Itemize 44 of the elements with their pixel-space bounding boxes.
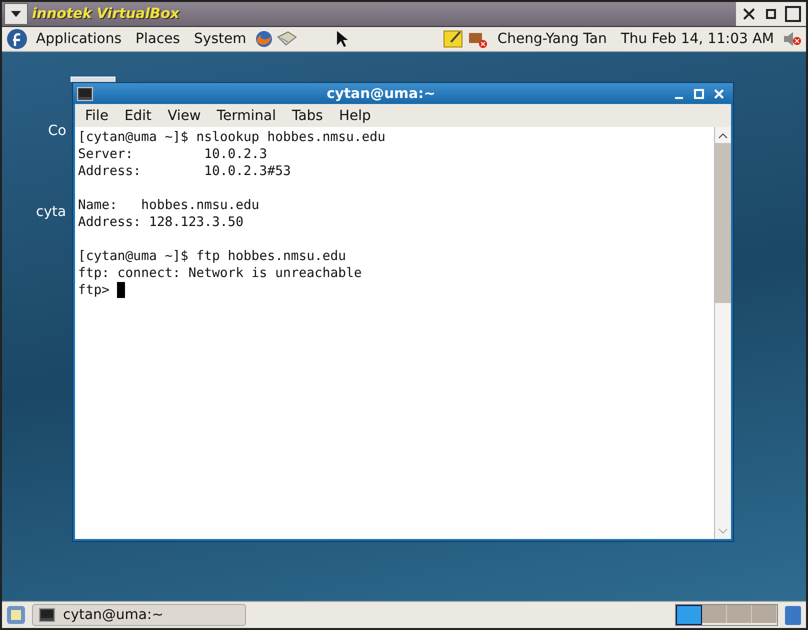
user-name[interactable]: Cheng-Yang Tan [491, 31, 613, 47]
window-title: innotek VirtualBox [32, 6, 180, 22]
maximize-button[interactable] [784, 5, 802, 23]
host-menu-button[interactable] [4, 3, 28, 25]
terminal-line: Address: 128.123.3.50 [78, 214, 244, 231]
menu-item[interactable]: Tabs [286, 106, 329, 126]
maximize-icon [694, 88, 704, 99]
panel-menu[interactable]: Applications [30, 29, 128, 49]
menu-item[interactable]: File [79, 106, 114, 126]
terminal-line: Name: hobbes.nmsu.edu [78, 197, 260, 214]
workspace-switcher-item[interactable] [676, 605, 702, 625]
terminal-line: ftp> [78, 282, 111, 299]
trash-icon[interactable] [784, 604, 802, 626]
maximize-icon [785, 6, 801, 22]
minimize-icon [674, 96, 684, 99]
show-desktop-icon[interactable] [6, 605, 26, 625]
scrollbar[interactable] [714, 127, 731, 539]
browser-globe-icon[interactable] [254, 29, 274, 49]
speaker-muted-icon[interactable] [782, 29, 802, 49]
panel-menu[interactable]: System [188, 29, 252, 49]
mouse-pointer-icon [336, 30, 350, 48]
terminal-line: ftp: connect: Network is unreachable [78, 265, 362, 282]
menu-item[interactable]: View [162, 106, 207, 126]
restore-icon [766, 9, 776, 19]
notepad-pencil-icon[interactable] [443, 29, 466, 49]
close-icon [714, 88, 724, 99]
close-icon [743, 8, 755, 20]
terminal-line: [cytan@uma ~]$ ftp hobbes.nmsu.edu [78, 248, 346, 265]
terminal-icon [39, 608, 55, 622]
panel-menu[interactable]: Places [130, 29, 186, 49]
terminal-line: [cytan@uma ~]$ nslookup hobbes.nmsu.edu [78, 129, 386, 146]
terminal-icon [77, 86, 93, 101]
menu-item[interactable]: Edit [118, 106, 158, 126]
taskbar-button[interactable]: cytan@uma:~ [32, 604, 246, 626]
desktop-icon-label[interactable]: Co [48, 123, 66, 139]
menu-item[interactable]: Help [332, 106, 377, 126]
desktop-icon-label[interactable]: cyta [36, 204, 66, 220]
clock[interactable]: Thu Feb 14, 11:03 AM [614, 31, 780, 47]
terminal-line: Address: 10.0.2.3#53 [78, 163, 291, 180]
window-title: cytan@uma:~ [326, 86, 436, 102]
menu-item[interactable]: Terminal [210, 106, 282, 126]
terminal-line: Server: 10.0.2.3 [78, 146, 268, 163]
caret-icon [10, 10, 22, 18]
distro-logo-icon[interactable] [6, 28, 28, 50]
